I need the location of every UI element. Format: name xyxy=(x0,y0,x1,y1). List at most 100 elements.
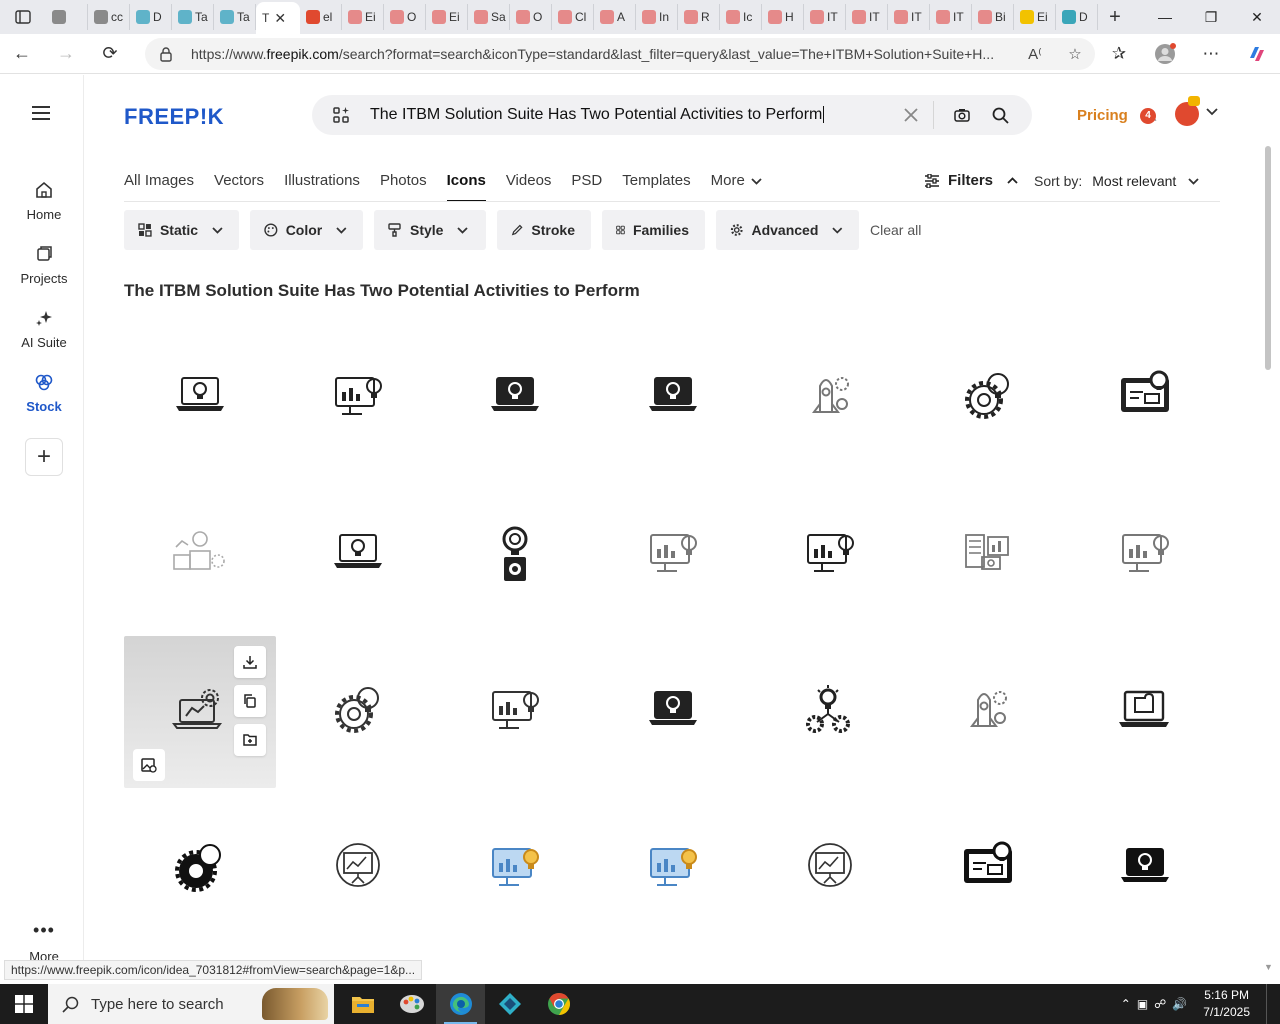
close-tab-icon[interactable]: ✕ xyxy=(274,10,286,27)
browser-tab[interactable]: Sa xyxy=(468,4,510,30)
sort-dropdown[interactable]: Sort by: Most relevant xyxy=(1034,173,1199,189)
browser-tab[interactable]: IT xyxy=(888,4,930,30)
tray-chevron-up-icon[interactable]: ⌃ xyxy=(1121,997,1131,1011)
tray-volume-icon[interactable]: 🔊 xyxy=(1172,997,1187,1011)
browser-tab[interactable]: H xyxy=(762,4,804,30)
app-diamond-icon[interactable] xyxy=(485,984,534,1024)
icon-result-card[interactable] xyxy=(124,322,276,474)
pricing-link[interactable]: Pricing xyxy=(1077,107,1128,124)
icon-result-card[interactable] xyxy=(597,322,749,474)
rail-item-more[interactable]: ••• More xyxy=(4,920,84,964)
copy-icon[interactable] xyxy=(234,685,266,717)
tab-all-images[interactable]: All Images xyxy=(124,170,194,202)
chip-families[interactable]: Families xyxy=(602,210,705,250)
icon-result-card[interactable] xyxy=(754,322,906,474)
icon-result-card[interactable] xyxy=(912,793,1064,945)
tab-actions-icon[interactable] xyxy=(0,0,46,34)
browser-tab[interactable]: Ei xyxy=(342,4,384,30)
icon-result-card[interactable] xyxy=(754,636,906,788)
search-icon[interactable] xyxy=(990,107,1010,124)
icon-result-card[interactable] xyxy=(439,322,591,474)
icon-result-card[interactable] xyxy=(282,322,434,474)
browser-tab[interactable] xyxy=(46,4,88,30)
icon-result-card[interactable] xyxy=(1069,636,1221,788)
chip-stroke[interactable]: Stroke xyxy=(497,210,591,250)
site-info-icon[interactable] xyxy=(159,46,177,62)
forward-button[interactable]: → xyxy=(44,34,88,74)
freepik-logo[interactable]: FREEP!K xyxy=(124,104,224,130)
rail-item-projects[interactable]: Projects xyxy=(4,245,84,286)
close-window-icon[interactable]: ✕ xyxy=(1234,0,1280,34)
icon-result-card[interactable] xyxy=(282,793,434,945)
icon-result-card[interactable] xyxy=(597,793,749,945)
url-field[interactable]: https://www.freepik.com/search?format=se… xyxy=(145,38,1095,70)
tab-templates[interactable]: Templates xyxy=(622,170,690,202)
taskbar-search-box[interactable]: Type here to search xyxy=(48,984,334,1024)
paint-app-icon[interactable] xyxy=(387,984,436,1024)
download-icon[interactable] xyxy=(234,646,266,678)
add-tool-button[interactable]: + xyxy=(25,438,63,476)
icon-result-card[interactable] xyxy=(124,479,276,631)
browser-tab[interactable]: Ic xyxy=(720,4,762,30)
browser-tab[interactable]: O xyxy=(510,4,552,30)
edit-image-icon[interactable] xyxy=(133,749,165,781)
icon-result-card[interactable] xyxy=(912,636,1064,788)
browser-tab[interactable]: el xyxy=(300,4,342,30)
browser-tab[interactable]: R xyxy=(678,4,720,30)
notifications-button[interactable]: 4 xyxy=(1140,105,1160,125)
icon-result-card[interactable] xyxy=(439,636,591,788)
new-tab-button[interactable]: + xyxy=(1098,6,1132,29)
clear-all-link[interactable]: Clear all xyxy=(870,222,921,238)
camera-search-icon[interactable] xyxy=(934,108,990,122)
save-to-collection-icon[interactable] xyxy=(234,724,266,756)
tray-network-alert-icon[interactable]: ▣ xyxy=(1137,997,1148,1011)
clear-search-icon[interactable] xyxy=(889,108,933,122)
icon-result-card[interactable] xyxy=(912,479,1064,631)
avatar[interactable] xyxy=(1175,96,1200,126)
browser-tab[interactable]: Ei xyxy=(426,4,468,30)
chip-color[interactable]: Color xyxy=(250,210,363,250)
icon-result-card[interactable] xyxy=(1069,322,1221,474)
search-input[interactable]: The ITBM Solution Suite Has Two Potentia… xyxy=(370,106,889,124)
browser-tab[interactable]: Bi xyxy=(972,4,1014,30)
icon-result-card[interactable] xyxy=(124,636,276,788)
tab-illustrations[interactable]: Illustrations xyxy=(284,170,360,202)
icon-result-card[interactable] xyxy=(124,793,276,945)
browser-tab[interactable]: Ta xyxy=(172,4,214,30)
tab-more[interactable]: More xyxy=(711,170,762,202)
browser-tab[interactable]: Ta xyxy=(214,4,256,30)
copilot-icon[interactable] xyxy=(1234,44,1280,64)
icon-result-card[interactable] xyxy=(754,793,906,945)
icon-result-card[interactable] xyxy=(597,479,749,631)
browser-tab[interactable]: D xyxy=(1056,4,1098,30)
browser-tab[interactable]: A xyxy=(594,4,636,30)
browser-tab[interactable]: IT xyxy=(846,4,888,30)
profile-icon[interactable] xyxy=(1142,43,1188,65)
icon-result-card[interactable] xyxy=(439,479,591,631)
browser-tab[interactable]: Cl xyxy=(552,4,594,30)
tab-psd[interactable]: PSD xyxy=(571,170,602,202)
tab-vectors[interactable]: Vectors xyxy=(214,170,264,202)
browser-tab[interactable]: Ei xyxy=(1014,4,1056,30)
account-chevron-down-icon[interactable] xyxy=(1206,108,1218,116)
windows-start-icon[interactable] xyxy=(0,984,48,1024)
chip-style[interactable]: Style xyxy=(374,210,486,250)
browser-tab[interactable]: cc xyxy=(88,4,130,30)
minimize-icon[interactable]: — xyxy=(1142,0,1188,34)
icon-result-card[interactable] xyxy=(439,793,591,945)
restore-icon[interactable]: ❐ xyxy=(1188,0,1234,34)
rail-item-stock[interactable]: Stock xyxy=(4,373,84,414)
favorite-star-icon[interactable]: ☆ xyxy=(1055,45,1095,63)
tab-icons[interactable]: Icons xyxy=(446,170,486,202)
refresh-button[interactable]: ⟳ xyxy=(88,34,132,74)
browser-tab[interactable]: D xyxy=(130,4,172,30)
icon-result-card[interactable] xyxy=(1069,479,1221,631)
rail-item-ai-suite[interactable]: AI Suite xyxy=(4,309,84,350)
icon-result-card[interactable] xyxy=(282,636,434,788)
page-scrollbar[interactable] xyxy=(1262,140,1274,978)
icon-result-card[interactable] xyxy=(282,479,434,631)
filters-toggle[interactable]: Filters xyxy=(924,172,1018,189)
taskbar-clock[interactable]: 5:16 PM 7/1/2025 xyxy=(1193,987,1260,1021)
icon-result-card[interactable] xyxy=(597,636,749,788)
browser-tab[interactable]: IT xyxy=(804,4,846,30)
